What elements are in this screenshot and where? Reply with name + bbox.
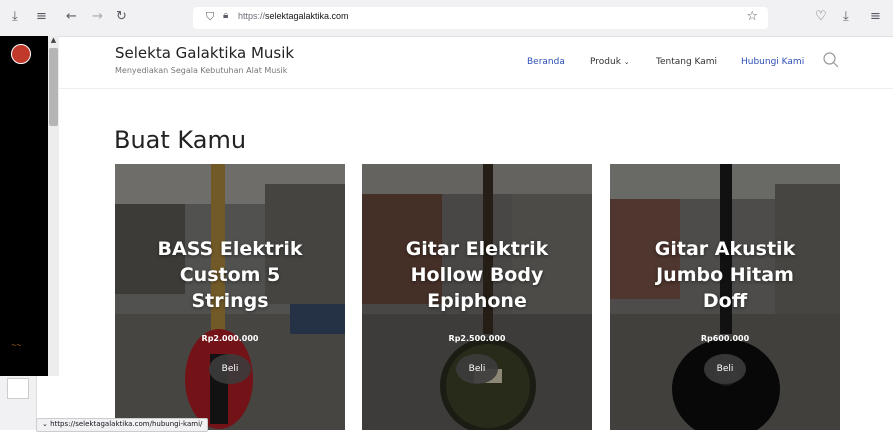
- header-divider: [59, 88, 893, 89]
- product-name-line: Gitar Elektrik: [405, 238, 549, 260]
- status-url: https://selektagalaktika.com/hubungi-kam…: [50, 420, 203, 428]
- search-icon[interactable]: [822, 51, 840, 69]
- pocket-icon[interactable]: ♡: [815, 9, 827, 25]
- section-title: Buat Kamu: [114, 126, 247, 154]
- nav-tentang-kami[interactable]: Tentang Kami: [656, 57, 717, 67]
- product-name-line: Hollow Body: [410, 264, 544, 286]
- chevron-down-icon: ⌄: [42, 420, 48, 428]
- buy-button[interactable]: Beli: [704, 354, 746, 384]
- product-name-line: Jumbo Hitam: [656, 264, 794, 286]
- product-price: Rp2.000.000: [201, 334, 259, 343]
- reload-icon[interactable]: ↻: [116, 9, 127, 25]
- side-input[interactable]: [7, 378, 29, 399]
- product-name-line: Gitar Akustik: [654, 238, 796, 260]
- menu-icon[interactable]: ≡: [36, 9, 47, 25]
- scroll-up-icon[interactable]: ▲: [49, 36, 58, 46]
- video-logo-icon: 〜〜: [11, 343, 22, 349]
- chevron-down-icon: ⌄: [623, 58, 630, 66]
- avatar: [11, 44, 31, 64]
- browser-toolbar: ⤓ ≡ ← → ↻ ⛉ 🔒︎ https://selektagalaktika.…: [0, 0, 893, 37]
- url-text: https://selektagalaktika.com: [238, 11, 349, 21]
- url-bar[interactable]: ⛉ 🔒︎ https://selektagalaktika.com ☆: [193, 7, 768, 29]
- forward-arrow-icon[interactable]: →: [92, 9, 103, 25]
- buy-button[interactable]: Beli: [209, 354, 251, 384]
- bookmark-star-icon[interactable]: ☆: [746, 9, 758, 24]
- product-name[interactable]: Gitar Elektrik Hollow Body Epiphone: [372, 236, 582, 314]
- site-title[interactable]: Selekta Galaktika Musik: [115, 44, 294, 62]
- nav-beranda[interactable]: Beranda: [527, 57, 565, 67]
- product-name-line: Strings: [191, 290, 269, 312]
- product-name[interactable]: Gitar Akustik Jumbo Hitam Doff: [620, 236, 830, 314]
- product-price: Rp2.500.000: [448, 334, 506, 343]
- download-icon[interactable]: ⤓: [12, 9, 18, 25]
- buy-button[interactable]: Beli: [456, 354, 498, 384]
- product-name-line: Custom 5: [179, 264, 281, 286]
- site-tagline: Menyediakan Segala Kebutuhan Alat Musik: [115, 66, 288, 75]
- nav-produk-label: Produk: [590, 57, 621, 67]
- tracking-shield-icon[interactable]: ⛉: [206, 10, 214, 24]
- lock-icon[interactable]: 🔒︎: [223, 10, 228, 21]
- product-card[interactable]: Gitar Akustik Jumbo Hitam Doff Rp600.000…: [610, 164, 840, 430]
- product-price: Rp600.000: [700, 334, 750, 343]
- product-name[interactable]: BASS Elektrik Custom 5 Strings: [125, 236, 335, 314]
- nav-hubungi-kami[interactable]: Hubungi Kami: [741, 57, 804, 67]
- product-name-line: BASS Elektrik: [157, 238, 303, 260]
- back-arrow-icon[interactable]: ←: [66, 9, 77, 25]
- video-scrollbar[interactable]: ▲: [48, 36, 59, 376]
- nav-produk[interactable]: Produk ⌄: [590, 57, 630, 67]
- product-name-line: Epiphone: [427, 290, 527, 312]
- product-name-line: Doff: [702, 290, 748, 312]
- product-card[interactable]: Gitar Elektrik Hollow Body Epiphone Rp2.…: [362, 164, 592, 430]
- scrollbar-thumb[interactable]: [49, 48, 58, 126]
- product-card[interactable]: BASS Elektrik Custom 5 Strings Rp2.000.0…: [115, 164, 345, 430]
- downloads-icon[interactable]: ⤓: [843, 9, 849, 25]
- video-overlay[interactable]: 〜〜 ▲: [0, 36, 59, 376]
- app-menu-icon[interactable]: ≡: [870, 9, 881, 25]
